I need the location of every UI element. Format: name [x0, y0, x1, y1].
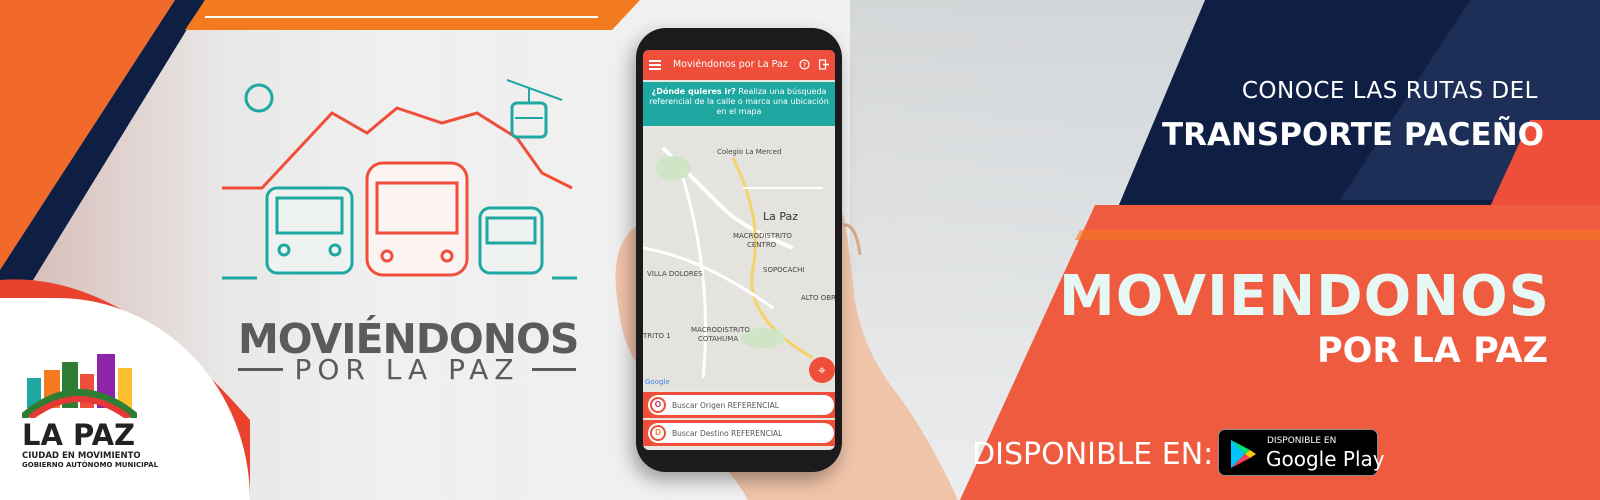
city-tagline: CIUDAD EN MOVIMIENTO: [22, 451, 141, 461]
app-title: Moviéndonos por La Paz: [673, 59, 788, 70]
divider: [531, 368, 577, 371]
available-on-label: DISPONIBLE EN:: [972, 437, 1214, 472]
help-icon[interactable]: ?: [799, 59, 810, 70]
svg-text:?: ?: [803, 62, 807, 70]
map-label-macro-cot-2: COTAHUMA: [698, 335, 739, 343]
route-map[interactable]: Colegio La Merced La Paz MACRODISTRITO C…: [643, 128, 835, 390]
google-attribution: Google: [645, 378, 670, 386]
app-name-title: MOVIENDONOS: [1058, 264, 1550, 329]
city-skyline-logo-icon: [22, 354, 137, 418]
origin-search-field[interactable]: O Buscar Origen REFERENCIAL: [643, 392, 835, 418]
map-label-villa: VILLA DOLORES: [647, 270, 703, 278]
map-label-sopocachi: SOPOCACHI: [763, 266, 805, 274]
menu-icon[interactable]: [649, 60, 661, 70]
destination-badge: D: [650, 425, 666, 441]
play-store-icon: [1231, 440, 1256, 468]
map-label-colegio: Colegio La Merced: [717, 148, 782, 156]
city-name: LA PAZ: [22, 418, 136, 452]
transport-illustration: [222, 79, 577, 280]
phone-screen: Moviéndonos por La Paz ? ¿Dónde quieres …: [643, 50, 835, 450]
map-label-distrito: TRITO 1: [643, 332, 671, 340]
city-subtagline: GOBIERNO AUTÓNOMO MUNICIPAL: [22, 461, 159, 469]
promo-banner: MOVIÉNDONOS POR LA PAZ LA PAZ CIUDAD EN …: [0, 0, 1600, 500]
map-label-macro-centro-1: MACRODISTRITO: [733, 232, 792, 240]
app-logo-subtitle-text: POR LA PAZ: [294, 353, 520, 386]
destination-search-field[interactable]: D Buscar Destino REFERENCIAL: [643, 420, 835, 446]
headline-small: CONOCE LAS RUTAS DEL: [1241, 78, 1538, 104]
app-logo-subtitle: POR LA PAZ: [238, 353, 577, 386]
map-streets: [643, 146, 823, 379]
destination-search-input[interactable]: D Buscar Destino REFERENCIAL: [648, 423, 834, 443]
origin-placeholder: Buscar Origen REFERENCIAL: [672, 401, 779, 410]
headline-big: TRANSPORTE PACEÑO: [1161, 117, 1544, 153]
locate-button[interactable]: ⌖: [809, 357, 835, 383]
tip-bold-text: ¿Dónde quieres ir?: [651, 87, 736, 96]
app-toolbar: Moviéndonos por La Paz ?: [643, 50, 835, 80]
logout-icon[interactable]: [819, 59, 830, 70]
origin-search-input[interactable]: O Buscar Origen REFERENCIAL: [648, 395, 834, 415]
where-to-go-tip: ¿Dónde quieres ir? Realiza una búsqueda …: [643, 82, 835, 126]
app-name-subtitle: POR LA PAZ: [1316, 331, 1548, 371]
divider: [238, 368, 283, 371]
map-label-alto: ALTO OBRA...: [801, 294, 835, 302]
google-play-badge[interactable]: DISPONIBLE EN Google Play: [1218, 429, 1385, 476]
map-label-city: La Paz: [763, 210, 799, 223]
map-label-macro-centro-2: CENTRO: [747, 241, 777, 249]
crosshair-icon: ⌖: [818, 362, 826, 378]
destination-placeholder: Buscar Destino REFERENCIAL: [672, 429, 783, 438]
map-label-macro-cot-1: MACRODISTRITO: [691, 326, 750, 334]
origin-badge: O: [650, 397, 666, 413]
store-name: Google Play: [1266, 447, 1385, 471]
store-small-label: DISPONIBLE EN: [1267, 436, 1337, 446]
